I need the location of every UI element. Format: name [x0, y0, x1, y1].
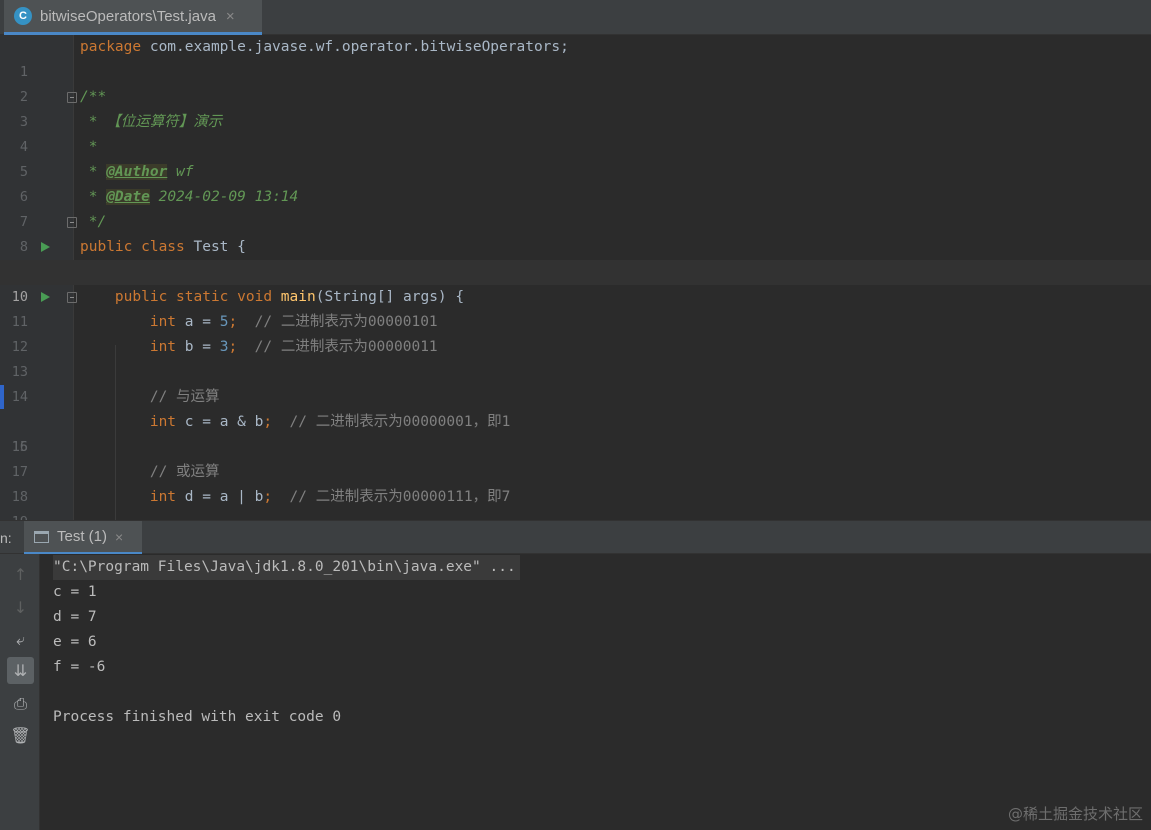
keyword: int [149, 314, 177, 330]
console-command-line: "C:\Program Files\Java\jdk1.8.0_201\bin\… [53, 555, 520, 580]
run-tab-label: Test (1) [57, 528, 108, 545]
code-text: c = a & b [176, 414, 264, 430]
run-class-icon[interactable] [41, 242, 50, 252]
console-line: d = 7 [53, 609, 97, 625]
code-line-14[interactable]: 14 [0, 360, 1151, 405]
line-number: 19 [0, 510, 28, 520]
run-toolbar: ↑ ↓ ⤶ ⇊ ⎙ 🗑 [0, 554, 40, 830]
code-line-8[interactable]: 8 */ [0, 210, 1151, 255]
javadoc-text: 2024-02-09 13:14 [149, 189, 299, 205]
fold-icon[interactable] [67, 292, 77, 303]
console-line: e = 6 [53, 634, 97, 650]
code-text: d = a | b [176, 489, 264, 505]
scroll-to-end-icon[interactable]: ⇊ [7, 657, 34, 684]
javadoc-text: /** [80, 89, 107, 105]
code-line-1[interactable]: 1 package com.example.javase.wf.operator… [0, 35, 1151, 80]
code-line-3[interactable]: 3 /** [0, 85, 1151, 130]
console-exit-line: Process finished with exit code 0 [53, 709, 342, 725]
keyword: int [149, 414, 177, 430]
comment: // 与运算 [149, 389, 220, 405]
print-icon[interactable]: ⎙ [7, 690, 34, 717]
keyword: int [149, 339, 177, 355]
code-editor[interactable]: 1 package com.example.javase.wf.operator… [0, 35, 1151, 520]
javadoc-text: * 【位运算符】演示 [80, 114, 223, 130]
java-class-icon: C [14, 7, 32, 25]
console-line: f = -6 [53, 659, 106, 675]
code-line-16[interactable]: 16 int c = a & b; // 二进制表示为00000001，即1 [0, 410, 1151, 455]
soft-wrap-icon[interactable]: ⤶ [7, 626, 34, 653]
comment: // 二进制表示为00000111，即7 [272, 489, 511, 505]
close-icon[interactable]: × [115, 529, 123, 545]
code-line-17[interactable]: 17 [0, 435, 1151, 480]
fold-icon[interactable] [67, 217, 77, 228]
code-line-18[interactable]: 18 // 或运算 [0, 460, 1151, 505]
code-line-13[interactable]: 13 int b = 3; // 二进制表示为00000011 [0, 335, 1151, 380]
comment: // 二进制表示为00000001，即1 [272, 414, 511, 430]
code-line-2[interactable]: 2 [0, 60, 1151, 105]
code-text: Test { [184, 239, 246, 255]
console-icon [34, 530, 49, 543]
run-tab-test[interactable]: Test (1) × [24, 521, 142, 555]
console-line: c = 1 [53, 584, 97, 600]
javadoc-text: */ [80, 214, 107, 230]
code-line-6[interactable]: 6 * @Author wf [0, 160, 1151, 205]
code-text: a = [176, 314, 220, 330]
code-line-7[interactable]: 7 * @Date 2024-02-09 13:14 [0, 185, 1151, 230]
code-line-10-current[interactable]: 10 [0, 260, 1151, 305]
fold-icon[interactable] [67, 92, 77, 103]
editor-tab-test-java[interactable]: C bitwiseOperators\Test.java × [4, 0, 262, 35]
code-line-5[interactable]: 5 * [0, 135, 1151, 180]
code-line-11[interactable]: 11 public static void main(String[] args… [0, 285, 1151, 330]
trash-icon[interactable]: 🗑 [7, 722, 34, 749]
code-line-19[interactable]: 19 int d = a | b; // 二进制表示为00000111，即7 [0, 485, 1151, 520]
arrow-down-icon[interactable]: ↓ [7, 594, 34, 621]
keyword: int [149, 489, 177, 505]
keyword: public static void [114, 289, 273, 305]
keyword: public class [80, 239, 185, 255]
editor-tab-label: bitwiseOperators\Test.java [40, 7, 216, 25]
watermark: @稀土掘金技术社区 [1007, 805, 1143, 823]
code-text: com.example.javase.wf.operator.bitwiseOp… [141, 39, 569, 55]
comment: // 二进制表示为00000011 [237, 339, 438, 355]
method-name: main [280, 289, 316, 305]
javadoc-tag: @Date [106, 189, 150, 205]
close-icon[interactable]: × [226, 8, 235, 25]
javadoc-text: * [80, 189, 107, 205]
code-line-4[interactable]: 4 * 【位运算符】演示 [0, 110, 1151, 155]
javadoc-text: wf [167, 164, 194, 180]
keyword: package [80, 39, 142, 55]
javadoc-text: * [80, 164, 107, 180]
code-line-12[interactable]: 12 int a = 5; // 二进制表示为00000101 [0, 310, 1151, 355]
breakpoint-marker [0, 385, 4, 409]
code-line-15[interactable]: 15 // 与运算 [0, 385, 1151, 455]
run-panel-header: n: Test (1) × [0, 520, 1151, 555]
console-output[interactable]: "C:\Program Files\Java\jdk1.8.0_201\bin\… [40, 554, 1151, 830]
javadoc-text: * [80, 139, 98, 155]
code-text: b = [176, 339, 220, 355]
code-line-9[interactable]: 9 public class Test { [0, 235, 1151, 280]
arrow-up-icon[interactable]: ↑ [7, 561, 34, 588]
editor-tab-bar: C bitwiseOperators\Test.java × [0, 0, 1151, 35]
code-text: (String[] args) { [315, 289, 465, 305]
comment: // 或运算 [149, 464, 220, 480]
run-main-icon[interactable] [41, 292, 50, 302]
run-label: n: [0, 530, 12, 546]
comment: // 二进制表示为00000101 [237, 314, 438, 330]
javadoc-tag: @Author [106, 164, 168, 180]
